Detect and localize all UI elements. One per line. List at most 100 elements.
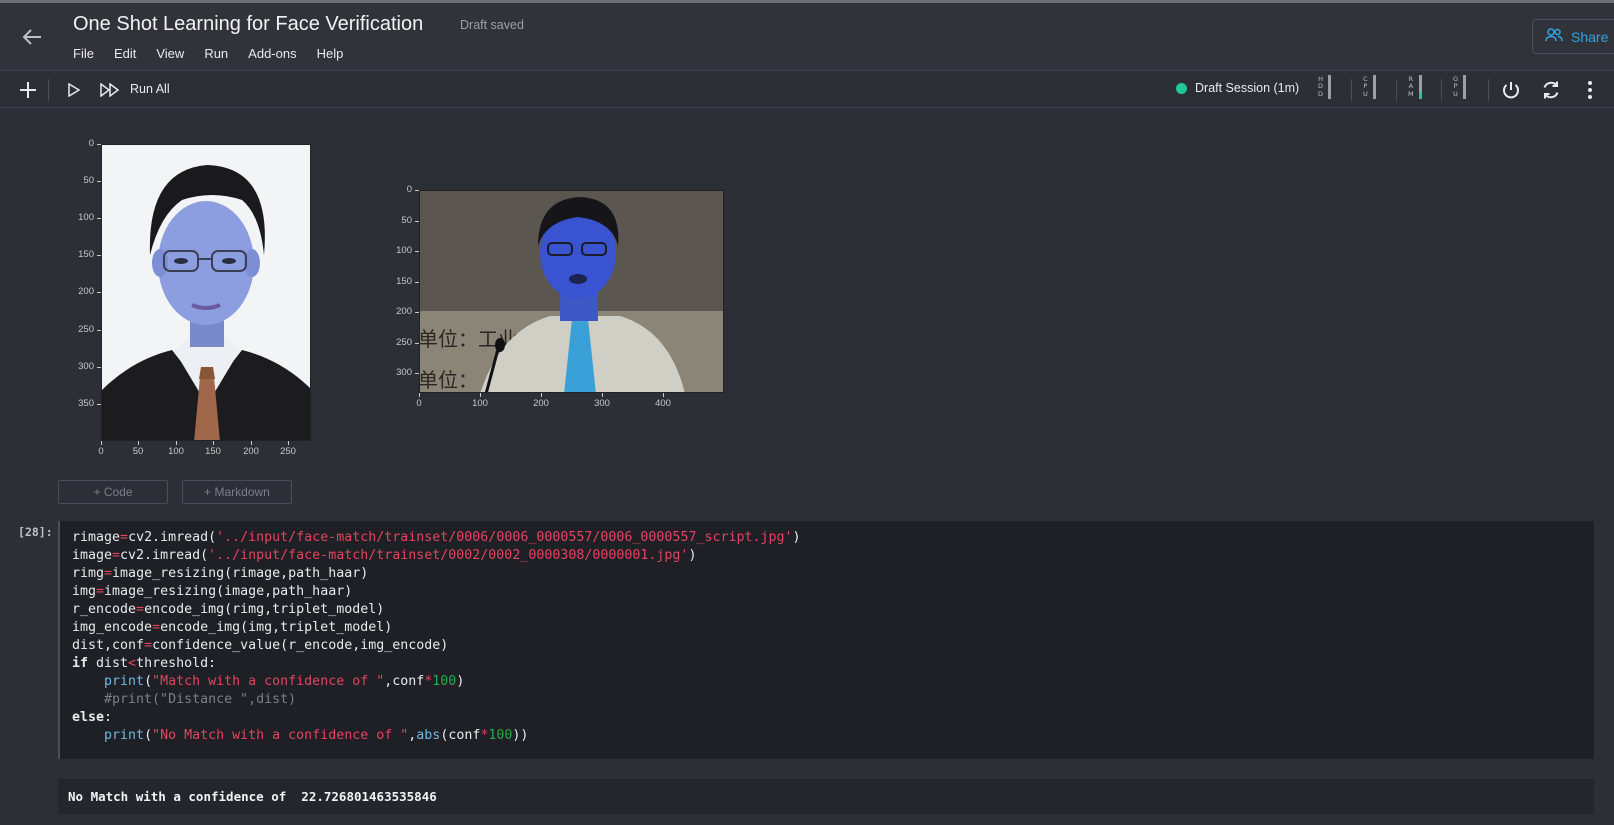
y-tick-mark — [97, 144, 101, 145]
restart-icon[interactable] — [1538, 77, 1564, 103]
x-tick-label: 300 — [594, 398, 610, 409]
session-label: Draft Session (1m) — [1195, 81, 1300, 95]
x-tick-mark — [663, 393, 664, 397]
gpu-meter[interactable]: G P U — [1453, 75, 1467, 99]
y-tick-mark — [415, 373, 419, 374]
y-tick-mark — [97, 255, 101, 256]
y-tick-label: 300 — [78, 361, 94, 372]
notebook-title[interactable]: One Shot Learning for Face Verification — [73, 13, 423, 36]
y-tick-label: 350 — [78, 398, 94, 409]
x-tick-label: 100 — [472, 398, 488, 409]
hdd-meter[interactable]: H D D — [1318, 75, 1332, 99]
code-line: image=cv2.imread('../input/face-match/tr… — [72, 548, 697, 563]
y-tick-mark — [97, 218, 101, 219]
y-tick-mark — [97, 330, 101, 331]
menu-help[interactable]: Help — [317, 46, 344, 61]
code-line: rimage=cv2.imread('../input/face-match/t… — [72, 530, 801, 545]
back-arrow-icon[interactable] — [18, 23, 46, 51]
x-tick-label: 150 — [205, 446, 221, 457]
run-all-button[interactable]: Run All — [130, 82, 170, 96]
x-tick-label: 400 — [655, 398, 671, 409]
code-line: img=image_resizing(image,path_haar) — [72, 584, 353, 599]
add-code-cell-button[interactable]: + Code — [58, 480, 168, 504]
code-line: img_encode=encode_img(img,triplet_model) — [72, 620, 393, 635]
code-line: if dist<threshold: — [72, 656, 217, 671]
menu-view[interactable]: View — [156, 46, 184, 61]
add-markdown-cell-button[interactable]: + Markdown — [182, 480, 292, 504]
code-cell[interactable]: rimage=cv2.imread('../input/face-match/t… — [58, 521, 1594, 759]
menu-edit[interactable]: Edit — [114, 46, 136, 61]
header: One Shot Learning for Face Verification … — [0, 3, 1614, 70]
code-line: print("No Match with a confidence of ",a… — [104, 728, 529, 743]
meter-letter: U — [1453, 89, 1458, 98]
code-line: #print("Distance ",dist) — [72, 692, 297, 707]
cell-output: No Match with a confidence of 22.7268014… — [58, 779, 1594, 814]
x-tick-mark — [480, 393, 481, 397]
draft-status: Draft saved — [460, 18, 524, 32]
x-tick-label: 200 — [243, 446, 259, 457]
y-tick-mark — [415, 282, 419, 283]
y-tick-mark — [415, 190, 419, 191]
share-button[interactable]: Share — [1532, 19, 1614, 54]
gpu-usage-bar — [1463, 75, 1467, 99]
y-tick-label: 100 — [78, 212, 94, 223]
x-tick-label: 50 — [132, 446, 144, 457]
code-line: else: — [72, 710, 113, 725]
run-cell-play-icon[interactable] — [63, 79, 85, 101]
x-tick-label: 0 — [416, 398, 422, 409]
session-status[interactable]: Draft Session (1m) — [1176, 81, 1299, 95]
y-tick-label: 150 — [78, 249, 94, 260]
y-tick-label: 0 — [88, 138, 94, 149]
toolbar-divider — [48, 79, 49, 101]
session-status-dot — [1176, 82, 1187, 94]
y-tick-mark — [97, 181, 101, 182]
ram-usage-fill — [1418, 91, 1422, 99]
code-line: dist,conf=confidence_value(r_encode,img_… — [72, 638, 449, 653]
run-all-fast-forward-icon[interactable] — [97, 79, 123, 101]
power-icon[interactable] — [1498, 77, 1524, 103]
ram-meter[interactable]: R A M — [1408, 75, 1422, 99]
menu-run[interactable]: Run — [204, 46, 228, 61]
x-tick-mark — [138, 441, 139, 445]
y-tick-label: 200 — [78, 286, 94, 297]
y-tick-label: 250 — [396, 337, 412, 348]
y-tick-mark — [97, 292, 101, 293]
reference-face-image — [101, 144, 311, 441]
meter-letter: U — [1363, 89, 1368, 98]
cell-output-text: No Match with a confidence of 22.7268014… — [68, 789, 437, 804]
y-tick-label: 200 — [396, 306, 412, 317]
menu-add-ons[interactable]: Add-ons — [248, 46, 296, 61]
y-tick-mark — [97, 404, 101, 405]
meter-divider — [1488, 79, 1489, 101]
meter-divider — [1396, 79, 1397, 101]
code-line: print("Match with a confidence of ",conf… — [104, 674, 465, 689]
ram-usage-bar — [1418, 75, 1422, 99]
cpu-usage-bar — [1372, 75, 1376, 99]
meter-divider — [1441, 79, 1442, 101]
y-tick-label: 300 — [396, 367, 412, 378]
y-tick-mark — [415, 312, 419, 313]
x-tick-label: 250 — [280, 446, 296, 457]
menu-bar: File Edit View Run Add-ons Help — [73, 46, 363, 61]
y-tick-mark — [97, 367, 101, 368]
people-icon — [1545, 28, 1563, 45]
x-tick-label: 100 — [168, 446, 184, 457]
x-tick-mark — [602, 393, 603, 397]
add-cell-plus-icon[interactable] — [16, 78, 40, 102]
y-tick-label: 0 — [406, 184, 412, 195]
x-tick-mark — [288, 441, 289, 445]
more-options-icon[interactable] — [1580, 77, 1600, 103]
toolbar: Run All Draft Session (1m) H D D C P U R… — [0, 70, 1614, 108]
code-line: r_encode=encode_img(rimg,triplet_model) — [72, 602, 385, 617]
cpu-meter[interactable]: C P U — [1363, 75, 1376, 99]
x-tick-mark — [213, 441, 214, 445]
meter-letter: D — [1318, 89, 1324, 98]
menu-file[interactable]: File — [73, 46, 94, 61]
meter-letter: M — [1408, 89, 1414, 98]
y-tick-label: 50 — [83, 175, 94, 186]
y-tick-label: 250 — [78, 324, 94, 335]
cell-execution-count: [28]: — [18, 525, 53, 539]
svg-text:单位：: 单位： — [420, 368, 478, 392]
x-tick-label: 0 — [98, 446, 104, 457]
hdd-usage-bar — [1328, 75, 1332, 99]
